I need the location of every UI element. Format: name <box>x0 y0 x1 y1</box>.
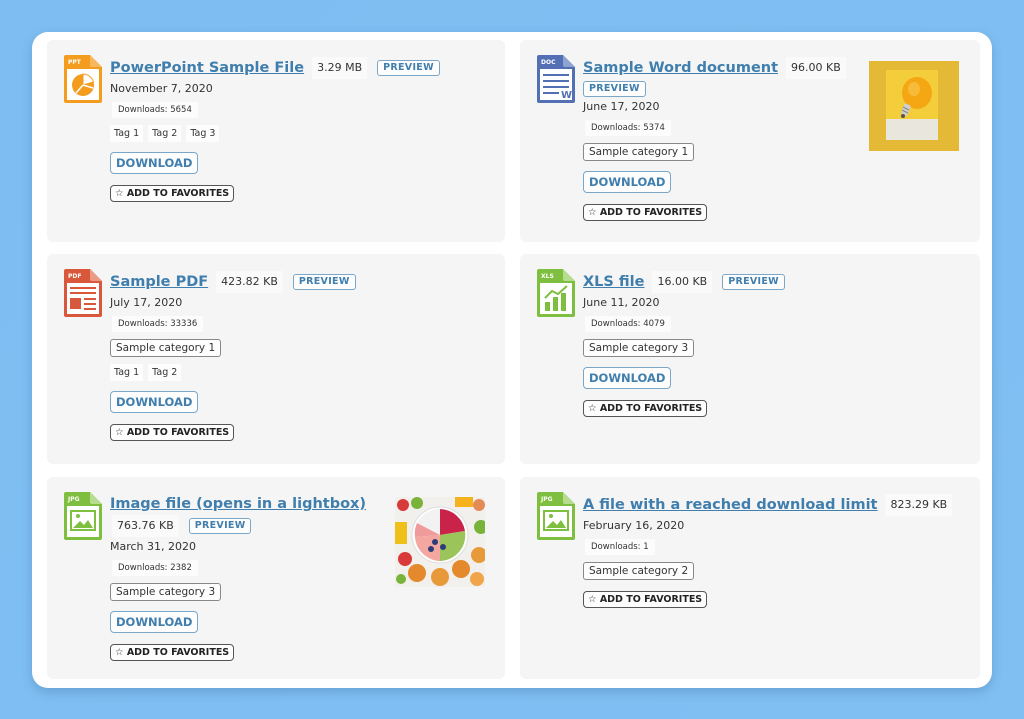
tag[interactable]: Tag 3 <box>186 125 220 142</box>
lightbulb-thumbnail[interactable] <box>869 61 959 151</box>
add-to-favorites-button[interactable]: ☆ ADD TO FAVORITES <box>583 204 708 221</box>
download-count: Downloads: 5654 <box>112 102 198 118</box>
category-badge[interactable]: Sample category 1 <box>110 339 222 357</box>
category-badge[interactable]: Sample category 3 <box>583 339 695 357</box>
file-size: 823.29 KB <box>885 494 953 516</box>
file-size: 96.00 KB <box>786 57 846 79</box>
file-card-download-limit: JPG A file with a reached download limit… <box>520 477 980 679</box>
file-card-xls: XLS XLS file 16.00 KB PREVIEW June 11, 2… <box>520 254 980 464</box>
add-to-favorites-button[interactable]: ☆ ADD TO FAVORITES <box>110 424 235 441</box>
food-bowl-thumbnail[interactable] <box>395 497 485 587</box>
file-title-link[interactable]: XLS file <box>583 272 644 292</box>
pdf-file-icon: PDF <box>64 269 102 317</box>
svg-text:PDF: PDF <box>68 273 81 280</box>
svg-text:DOC: DOC <box>541 59 556 66</box>
download-count: Downloads: 1 <box>585 539 655 555</box>
ppt-file-icon: PPT <box>64 55 102 103</box>
jpg-file-icon: JPG <box>64 492 102 540</box>
download-count: Downloads: 5374 <box>585 120 671 136</box>
file-title-link[interactable]: A file with a reached download limit <box>583 495 877 515</box>
download-button[interactable]: DOWNLOAD <box>110 611 199 633</box>
add-to-favorites-button[interactable]: ☆ ADD TO FAVORITES <box>583 591 708 608</box>
svg-text:JPG: JPG <box>540 496 553 503</box>
tag-list: Tag 1 Tag 2 <box>110 364 495 381</box>
xls-file-icon: XLS <box>537 269 575 317</box>
file-date: July 17, 2020 <box>110 296 183 309</box>
file-date: February 16, 2020 <box>583 519 685 532</box>
tag[interactable]: Tag 2 <box>148 364 182 381</box>
download-button[interactable]: DOWNLOAD <box>583 171 672 193</box>
download-count: Downloads: 2382 <box>112 560 198 576</box>
file-card-powerpoint: PPT PowerPoint Sample File 3.29 MB PREVI… <box>47 40 505 242</box>
svg-text:JPG: JPG <box>67 496 80 503</box>
add-to-favorites-button[interactable]: ☆ ADD TO FAVORITES <box>110 185 235 202</box>
preview-button[interactable]: PREVIEW <box>377 60 440 76</box>
doc-file-icon: DOC W <box>537 55 575 103</box>
file-date: November 7, 2020 <box>110 82 213 95</box>
download-button[interactable]: DOWNLOAD <box>583 367 672 389</box>
file-size: 16.00 KB <box>652 271 713 293</box>
svg-text:PPT: PPT <box>68 59 82 66</box>
file-size: 3.29 MB <box>312 57 368 79</box>
add-to-favorites-button[interactable]: ☆ ADD TO FAVORITES <box>110 644 235 661</box>
preview-button[interactable]: PREVIEW <box>292 274 356 290</box>
file-size: 763.76 KB <box>112 515 179 537</box>
add-to-favorites-button[interactable]: ☆ ADD TO FAVORITES <box>583 400 708 417</box>
file-size: 423.82 KB <box>216 271 283 293</box>
category-badge[interactable]: Sample category 2 <box>583 562 695 580</box>
file-title-link[interactable]: PowerPoint Sample File <box>110 58 304 78</box>
file-title-link[interactable]: Sample PDF <box>110 272 208 292</box>
preview-button[interactable]: PREVIEW <box>188 518 252 534</box>
category-badge[interactable]: Sample category 1 <box>583 143 695 161</box>
tag[interactable]: Tag 1 <box>110 125 144 142</box>
download-count: Downloads: 4079 <box>585 316 671 332</box>
tag-list: Tag 1 Tag 2 Tag 3 <box>110 125 495 142</box>
file-card-image: JPG Image file (opens in a lightbox) 763… <box>47 477 505 679</box>
file-card-pdf: PDF Sample PDF 423.82 KB PREVIEW July 17… <box>47 254 505 464</box>
download-button[interactable]: DOWNLOAD <box>110 391 199 413</box>
category-badge[interactable]: Sample category 3 <box>110 583 222 601</box>
download-count: Downloads: 33336 <box>112 316 204 332</box>
file-title-link[interactable]: Sample Word document <box>583 58 778 78</box>
tag[interactable]: Tag 1 <box>110 364 144 381</box>
tag[interactable]: Tag 2 <box>148 125 182 142</box>
file-card-word: DOC W Sample Word document 96.00 KB PREV… <box>520 40 980 242</box>
file-list-panel: PPT PowerPoint Sample File 3.29 MB PREVI… <box>32 32 992 688</box>
file-title-link[interactable]: Image file (opens in a lightbox) <box>110 494 366 514</box>
file-date: June 11, 2020 <box>583 296 660 309</box>
svg-text:XLS: XLS <box>541 273 554 280</box>
download-button[interactable]: DOWNLOAD <box>110 152 199 174</box>
svg-text:W: W <box>561 90 572 101</box>
preview-button[interactable]: PREVIEW <box>583 81 646 97</box>
preview-button[interactable]: PREVIEW <box>722 274 785 290</box>
jpg-file-icon: JPG <box>537 492 575 540</box>
